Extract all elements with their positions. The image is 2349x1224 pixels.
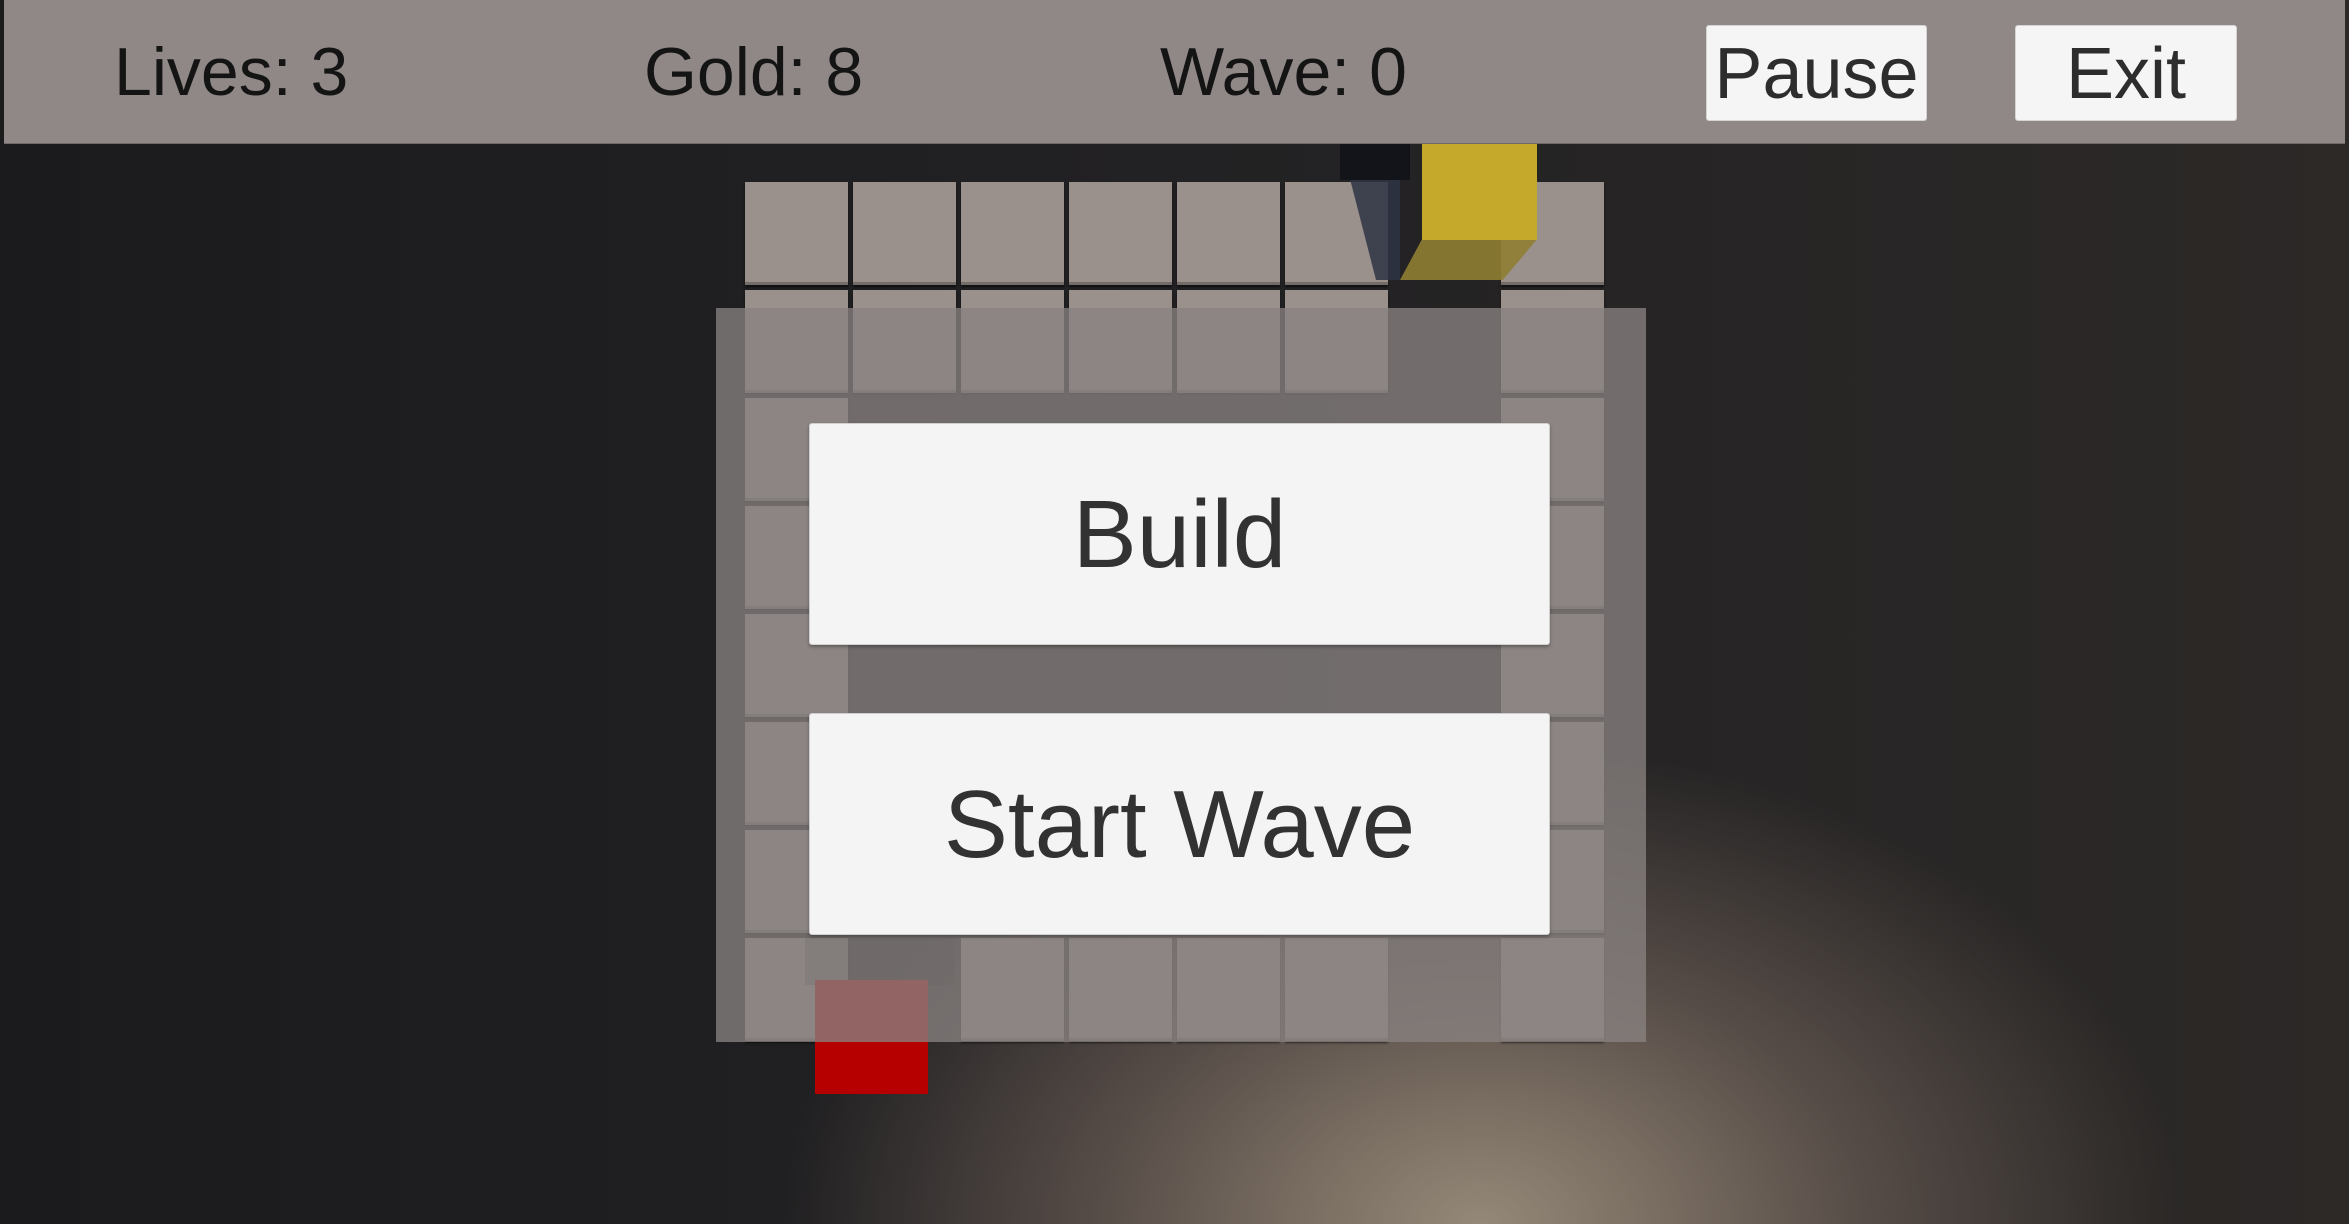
grid-tile[interactable] <box>1177 182 1280 285</box>
wave-counter: Wave: 0 <box>1160 34 1407 110</box>
grid-tile[interactable] <box>745 182 848 285</box>
build-button[interactable]: Build <box>809 423 1550 645</box>
tower-base <box>1340 140 1410 180</box>
top-hud-bar: Lives: 3 Gold: 8 Wave: 0 Pause Exit <box>4 0 2345 144</box>
grid-tile[interactable] <box>1069 182 1172 285</box>
grid-tile[interactable] <box>853 182 956 285</box>
start-wave-button[interactable]: Start Wave <box>809 713 1550 935</box>
lives-counter: Lives: 3 <box>114 34 349 110</box>
tower-cube[interactable] <box>1422 140 1537 240</box>
grid-tile[interactable] <box>961 182 1064 285</box>
pause-button[interactable]: Pause <box>1706 25 1927 121</box>
exit-button[interactable]: Exit <box>2015 25 2237 121</box>
gold-counter: Gold: 8 <box>644 34 864 110</box>
